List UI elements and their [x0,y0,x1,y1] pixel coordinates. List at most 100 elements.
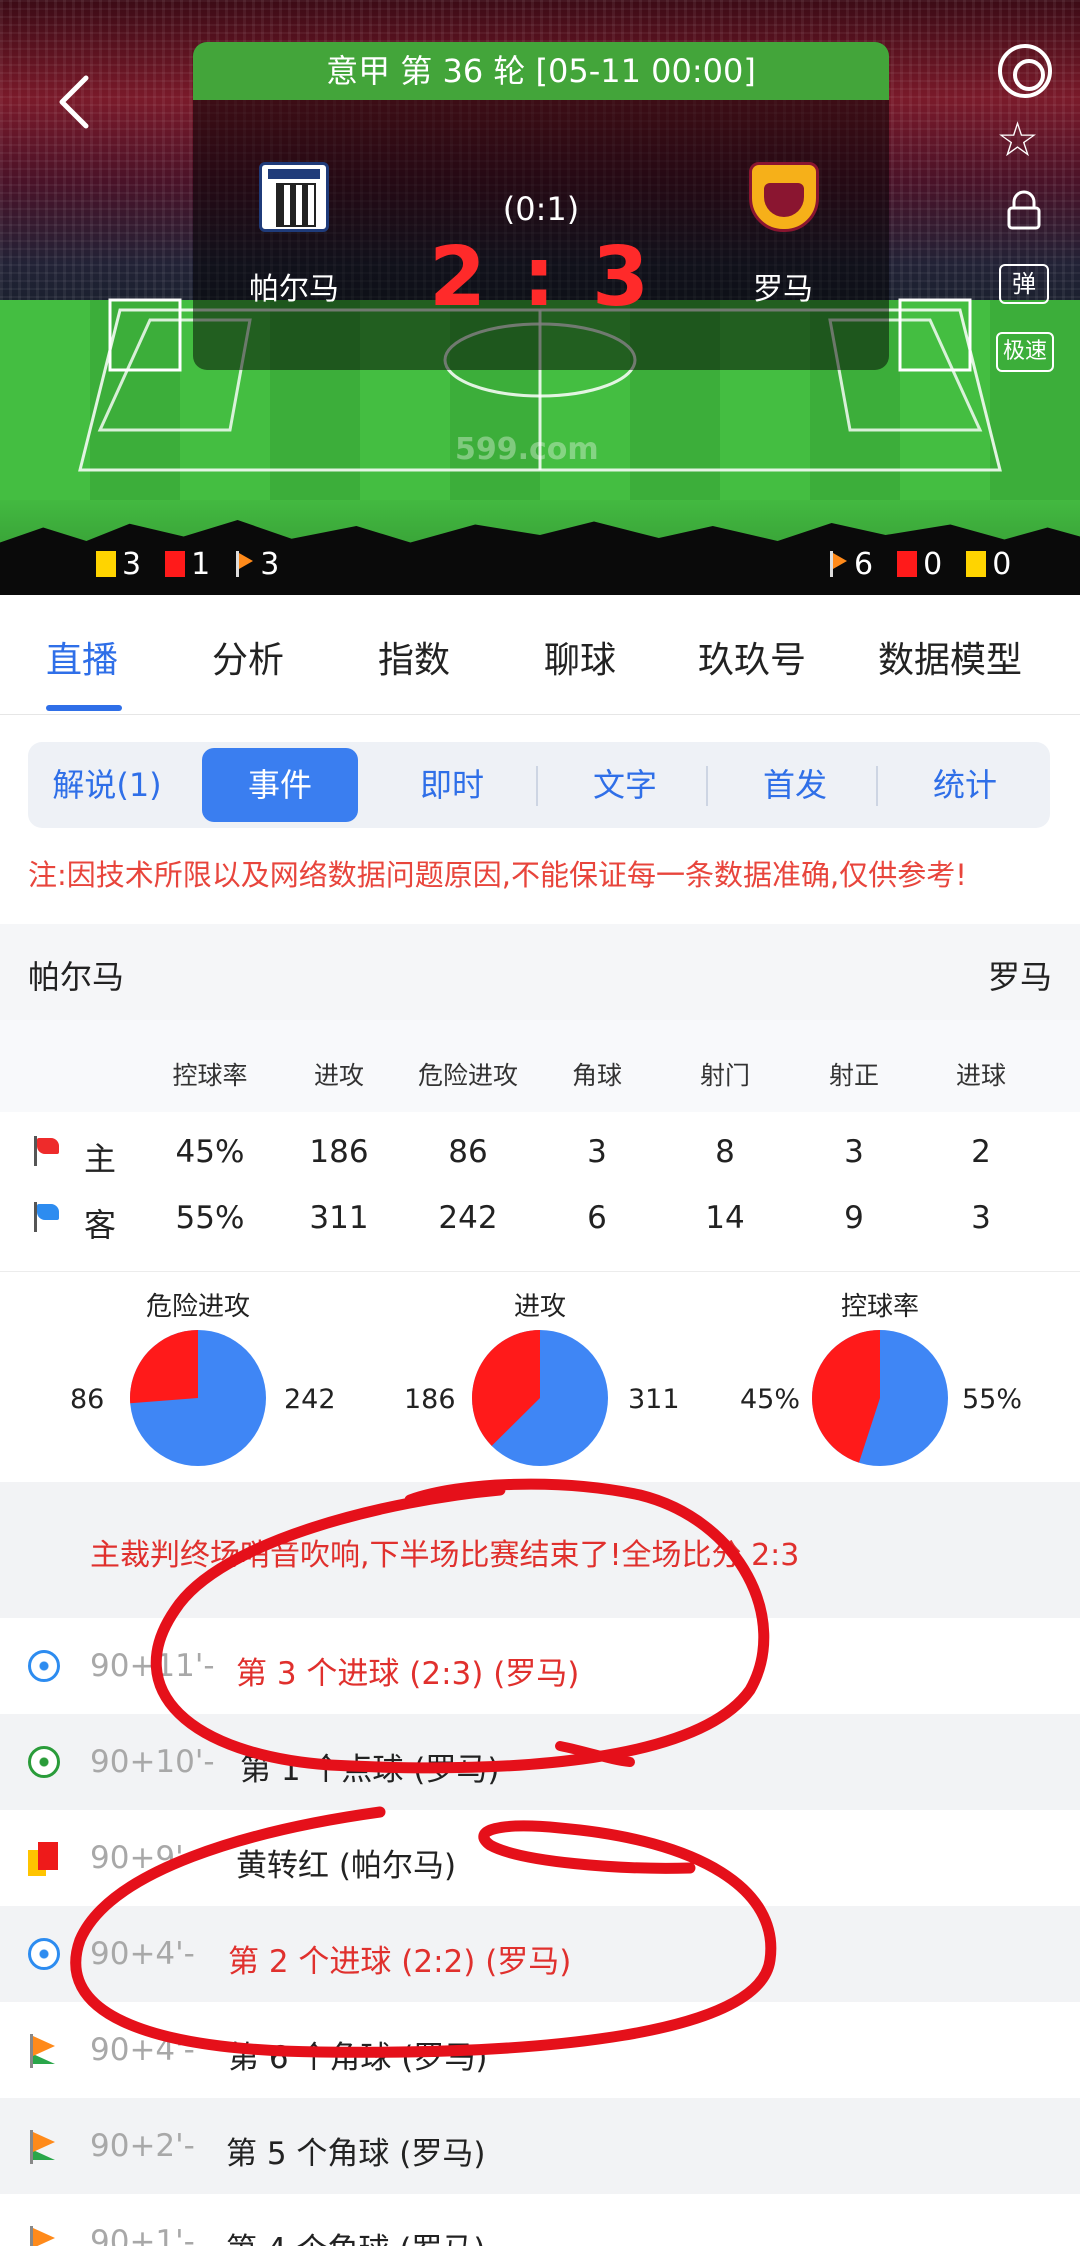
away-discipline-summary: 6 0 0 [828,546,1029,582]
pie-title-dangerous-attacks: 危险进攻 [145,1292,250,1322]
away-possession: 55% [175,1200,245,1236]
tab-odds[interactable]: 指数 [378,631,450,683]
pie-home-attacks: 186 [404,1384,456,1415]
match-live-screen: 599.com 意甲 第 36 轮 [05-11 00:00] (0:1) 2 … [0,0,1080,2246]
col-possession: 控球率 [172,1061,248,1090]
home-possession: 45% [175,1134,245,1170]
tab-data-model[interactable]: 数据模型 [878,631,1022,683]
away-attacks: 311 [309,1200,369,1236]
scoreboard: 意甲 第 36 轮 [05-11 00:00] (0:1) 2 : 3 帕尔马 … [193,42,889,370]
league-round-title: 意甲 第 36 轮 [05-11 00:00] [193,42,889,100]
subtab-lineup[interactable]: 首发 [712,742,878,828]
back-arrow-icon[interactable] [54,72,94,132]
watermark: 599.com [455,432,599,467]
event-time: 90+2'- [90,2128,195,2164]
event-row[interactable]: 90+4'- 第 2 个进球 (2:2) (罗马) [0,1906,1080,2002]
event-row[interactable]: 90+2'- 第 5 个角球 (罗马) [0,2098,1080,2194]
stats-home-team: 帕尔马 [28,958,125,996]
stats-pie-charts: 危险进攻 86 242 进攻 186 311 控球率 45% 55% [0,1272,1080,1482]
event-text: 第 4 个角球 (罗马) [226,2224,485,2246]
pie-away-attacks: 311 [628,1384,680,1415]
lock-icon[interactable] [1004,190,1044,230]
subtab-commentary[interactable]: 解说(1) [28,742,186,828]
pie-home-possession: 45% [740,1384,801,1415]
pie-home-dangerous-attacks: 86 [70,1384,105,1415]
subtab-stats[interactable]: 统计 [882,742,1048,828]
home-row-label: 主 [84,1140,117,1178]
home-red-count: 1 [191,546,211,582]
event-row[interactable]: 90+11'- 第 3 个进球 (2:3) (罗马) [0,1618,1080,1714]
corner-flag-icon [828,551,848,577]
away-team-name[interactable]: 罗马 [753,264,813,308]
event-row[interactable]: 90+9'- 黄转红 (帕尔马) [0,1810,1080,1906]
event-time: 90+10'- [90,1744,215,1780]
tab-live[interactable]: 直播 [46,631,118,683]
pie-chart-attacks [472,1330,608,1466]
event-text: 第 5 个角球 (罗马) [226,2136,486,2172]
event-text: 第 2 个进球 (2:2) (罗马) [228,1944,572,1980]
away-goals: 3 [971,1200,991,1236]
main-tab-bar: 直播 分析 指数 聊球 玖玖号 数据模型 [0,595,1080,715]
home-team-name[interactable]: 帕尔马 [249,264,339,308]
home-yellow-count: 3 [122,546,142,582]
home-shots-on-target: 3 [844,1134,864,1170]
home-shots: 8 [715,1134,735,1170]
goal-ball-blue-icon [28,1650,60,1682]
stats-column-headers: 控球率 进攻 危险进攻 角球 射门 射正 进球 [0,1020,1080,1112]
penalty-ball-green-icon [28,1746,60,1778]
corner-flag-icon [28,2226,58,2246]
record-icon[interactable] [998,44,1052,98]
sub-tab-bar: 解说(1) 事件 即时 文字 首发 统计 [28,742,1050,828]
away-corners: 6 [587,1200,607,1236]
away-flag-icon [34,1202,62,1232]
home-corner-count: 3 [260,546,280,582]
home-goals: 2 [971,1134,991,1170]
pie-title-attacks: 进攻 [513,1292,566,1322]
favorite-star-icon[interactable]: ☆ [996,110,1039,170]
event-row[interactable]: 90+1'- 第 4 个角球 (罗马) [0,2194,1080,2246]
event-time: 90+4'- [90,1936,195,1972]
col-attacks: 进攻 [313,1061,364,1090]
pie-slice-home [130,1330,198,1404]
yellow-card-icon [96,551,116,577]
home-flag-icon [34,1136,62,1166]
corner-flag-icon [28,2130,58,2164]
danmaku-toggle[interactable]: 弹 [999,264,1049,304]
pie-title-possession: 控球率 [840,1292,919,1322]
corner-flag-icon [28,2034,58,2068]
full-time-text: 主裁判终场哨音吹响,下半场比赛结束了!全场比分 2:3 [90,1538,800,1573]
away-yellow-count: 0 [992,546,1012,582]
col-goals: 进球 [955,1061,1006,1090]
subtab-realtime[interactable]: 即时 [372,742,532,828]
home-discipline-summary: 3 1 3 [96,546,297,582]
fast-mode-toggle[interactable]: 极速 [996,332,1054,372]
stats-team-header: 帕尔马 罗马 [0,924,1080,1020]
event-text: 黄转红 (帕尔马) [236,1848,457,1884]
second-yellow-red-card-icon [28,1842,62,1878]
event-row[interactable]: 90+4'- 第 6 个角球 (罗马) [0,2002,1080,2098]
col-corners: 角球 [571,1061,622,1090]
event-text: 第 3 个进球 (2:3) (罗马) [236,1656,580,1692]
event-row[interactable]: 90+10'- 第 1 个点球 (罗马) [0,1714,1080,1810]
subtab-text[interactable]: 文字 [542,742,708,828]
col-shots: 射门 [699,1061,750,1090]
divider [536,766,538,806]
home-attacks: 186 [309,1134,369,1170]
pie-away-dangerous-attacks: 242 [284,1384,336,1415]
divider [706,766,708,806]
active-tab-indicator [46,705,122,711]
pie-chart-dangerous-attacks [130,1330,266,1466]
home-corners: 3 [587,1134,607,1170]
away-shots: 14 [705,1200,745,1236]
tab-99-channel[interactable]: 玖玖号 [698,631,806,683]
halftime-score: (0:1) [502,190,580,228]
tab-chat[interactable]: 聊球 [544,631,616,683]
subtab-events[interactable]: 事件 [202,748,358,822]
event-text: 第 6 个角球 (罗马) [228,2040,488,2076]
stadium-header: 599.com 意甲 第 36 轮 [05-11 00:00] (0:1) 2 … [0,0,1080,595]
tab-analysis[interactable]: 分析 [212,631,284,683]
goal-ball-blue-icon [28,1938,60,1970]
event-text: 第 1 个点球 (罗马) [240,1752,500,1788]
data-disclaimer: 注:因技术所限以及网络数据问题原因,不能保证每一条数据准确,仅供参考! [28,858,967,892]
pie-chart-possession [812,1330,948,1466]
